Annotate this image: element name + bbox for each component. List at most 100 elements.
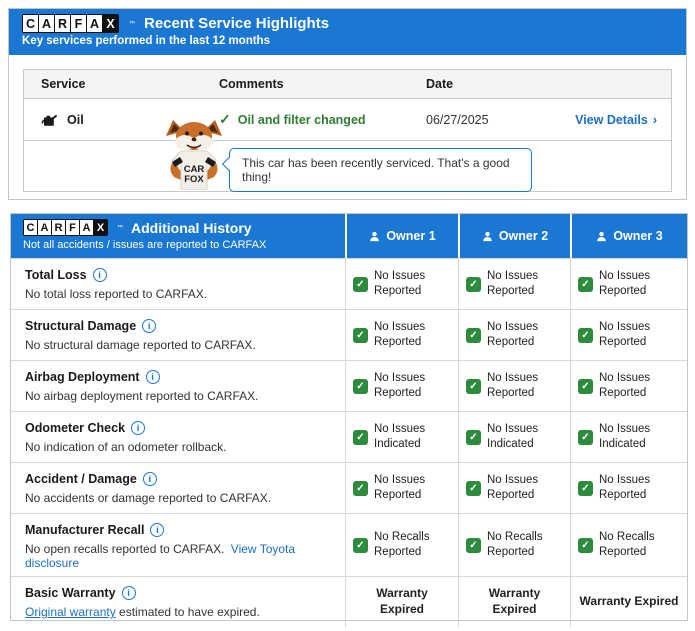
owner-2-status: ✓ No Issues Indicated (458, 412, 570, 462)
info-icon[interactable]: i (150, 523, 164, 537)
check-icon: ✓ (578, 379, 593, 394)
owner-3-status: ✓ No Issues Reported (570, 463, 687, 513)
chevron-right-icon: › (653, 113, 657, 127)
carfax-logo-letter: F (71, 15, 86, 32)
check-icon: ✓ (578, 328, 593, 343)
check-icon: ✓ (466, 328, 481, 343)
info-icon[interactable]: i (93, 268, 107, 282)
col-header-date: Date (426, 77, 571, 91)
owner-3-status: ✓ No Issues Reported (570, 259, 687, 309)
carfax-logo: C A R F A X (22, 14, 119, 33)
owner-2-status: ✓ No Issues Reported (458, 361, 570, 411)
recent-service-card: C A R F A X ™ Recent Service Highlights … (8, 8, 687, 200)
row-description: estimated to have expired. (116, 605, 260, 619)
history-row-accident-damage: Accident / Damage i No accidents or dama… (11, 462, 687, 513)
carfax-report-page: C A R F A X ™ Recent Service Highlights … (0, 0, 695, 631)
service-name: Oil (67, 113, 84, 127)
info-icon[interactable]: i (122, 586, 136, 600)
row-title: Accident / Damage (25, 472, 137, 486)
check-icon: ✓ (353, 430, 368, 445)
check-icon: ✓ (466, 277, 481, 292)
check-icon: ✓ (466, 379, 481, 394)
owner-2-status: ✓ No Issues Reported (458, 463, 570, 513)
check-icon: ✓ (353, 277, 368, 292)
carfax-logo-letter-x: X (94, 220, 107, 235)
row-title: Odometer Check (25, 421, 125, 435)
fox-note-row: CAR FOX This car has been recently servi… (24, 141, 671, 191)
owner-2-status: Warranty Expired (458, 577, 570, 627)
info-icon[interactable]: i (146, 370, 160, 384)
row-title: Structural Damage (25, 319, 136, 333)
owner-1-status: ✓ No Issues Reported (345, 259, 458, 309)
col-header-comments: Comments (219, 77, 426, 91)
owner-3-status: Warranty Expired (570, 577, 687, 627)
service-table: Service Comments Date Oil ✓ (23, 69, 672, 192)
carfax-logo-letter: C (23, 15, 38, 32)
row-description: No total loss reported to CARFAX. (25, 287, 331, 301)
section-title: Additional History (131, 220, 252, 236)
owner-1-status: ✓ No Issues Reported (345, 361, 458, 411)
row-title: Total Loss (25, 268, 87, 282)
carfax-logo-letter: F (66, 220, 79, 235)
owner-3-status: ✓ No Issues Reported (570, 361, 687, 411)
history-row-basic-warranty: Basic Warranty i Original warranty estim… (11, 576, 687, 627)
owner-3-status: ✓ No Recalls Reported (570, 514, 687, 576)
history-row-airbag-deployment: Airbag Deployment i No airbag deployment… (11, 360, 687, 411)
owner-2-status: ✓ No Issues Reported (458, 259, 570, 309)
service-comment: Oil and filter changed (238, 113, 366, 127)
row-title: Basic Warranty (25, 586, 116, 600)
check-icon: ✓ (466, 538, 481, 553)
owner-1-status: ✓ No Recalls Reported (345, 514, 458, 576)
carfax-logo-letter: A (38, 220, 51, 235)
trademark-mark: ™ (117, 225, 123, 231)
additional-history-header: C A R F A X ™ Additional History Not all… (11, 214, 687, 258)
check-icon: ✓ (578, 538, 593, 553)
check-icon: ✓ (578, 277, 593, 292)
oil-can-icon (41, 112, 58, 127)
check-icon: ✓ (353, 481, 368, 496)
owner-1-status: Warranty Expired (345, 577, 458, 627)
owner-3-column-header: Owner 3 (570, 214, 687, 258)
carfax-logo: C A R F A X (23, 219, 108, 236)
check-icon: ✓ (353, 328, 368, 343)
check-icon: ✓ (578, 430, 593, 445)
check-icon: ✓ (466, 481, 481, 496)
additional-history-card: C A R F A X ™ Additional History Not all… (10, 213, 688, 621)
person-icon (482, 231, 493, 242)
original-warranty-link[interactable]: Original warranty (25, 605, 116, 619)
carfax-logo-letter: A (39, 15, 54, 32)
carfax-logo-letter: R (52, 220, 65, 235)
info-icon[interactable]: i (131, 421, 145, 435)
service-date: 06/27/2025 (426, 113, 571, 127)
info-icon[interactable]: i (143, 472, 157, 486)
section-title: Recent Service Highlights (144, 15, 329, 32)
row-description: No indication of an odometer rollback. (25, 440, 331, 454)
car-fox-mascot: CAR FOX (161, 120, 227, 190)
fox-shirt-text: FOX (184, 174, 204, 185)
row-description: No open recalls reported to CARFAX. (25, 542, 224, 556)
check-icon: ✓ (466, 430, 481, 445)
history-row-structural-damage: Structural Damage i No structural damage… (11, 309, 687, 360)
carfax-logo-letter-x: X (103, 15, 118, 32)
owner-1-status: ✓ No Issues Indicated (345, 412, 458, 462)
trademark-mark: ™ (129, 21, 135, 27)
carfax-logo-letter: R (55, 15, 70, 32)
row-title: Manufacturer Recall (25, 523, 144, 537)
section-subtitle: Key services performed in the last 12 mo… (22, 35, 673, 47)
recent-service-header: C A R F A X ™ Recent Service Highlights … (9, 9, 686, 55)
owner-1-column-header: Owner 1 (345, 214, 458, 258)
owner-2-column-header: Owner 2 (458, 214, 570, 258)
check-icon: ✓ (353, 538, 368, 553)
view-details-link[interactable]: View Details› (575, 113, 657, 127)
carfax-logo-letter: A (80, 220, 93, 235)
owner-2-status: ✓ No Recalls Reported (458, 514, 570, 576)
person-icon (369, 231, 380, 242)
owner-3-status: ✓ No Issues Indicated (570, 412, 687, 462)
carfax-logo-letter: C (24, 220, 37, 235)
owner-2-status: ✓ No Issues Reported (458, 310, 570, 360)
history-row-odometer-check: Odometer Check i No indication of an odo… (11, 411, 687, 462)
info-icon[interactable]: i (142, 319, 156, 333)
owner-1-status: ✓ No Issues Reported (345, 310, 458, 360)
owner-1-status: ✓ No Issues Reported (345, 463, 458, 513)
row-title: Airbag Deployment (25, 370, 140, 384)
